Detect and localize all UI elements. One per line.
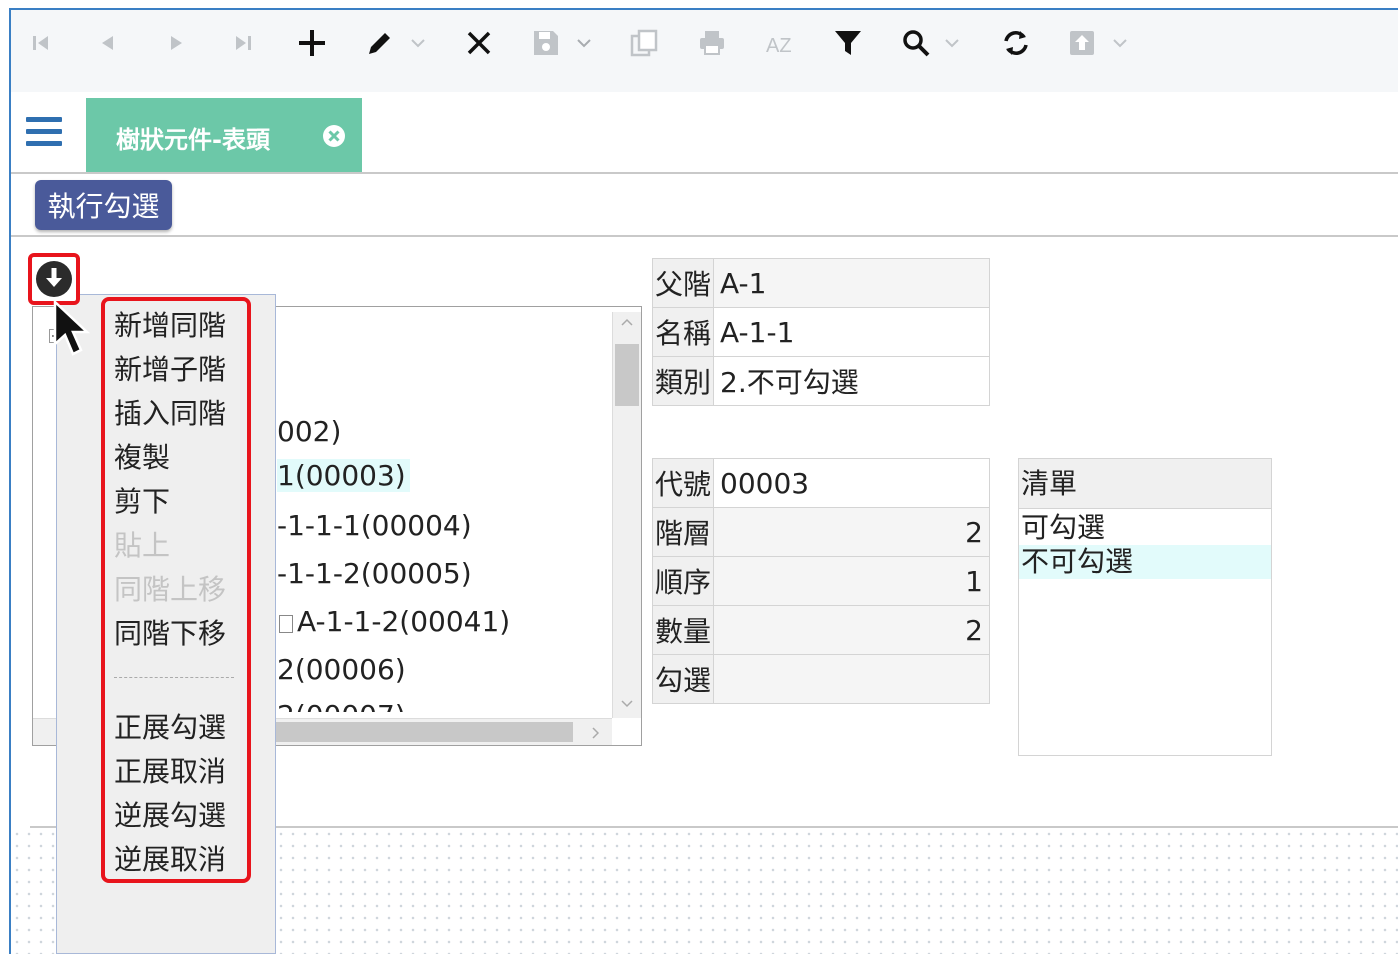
skip-end-icon — [236, 36, 251, 50]
field-label-category: 類別 — [651, 356, 715, 406]
caret-right-icon — [171, 36, 182, 50]
copy-button[interactable] — [628, 28, 660, 58]
field-label-name: 名稱 — [651, 307, 715, 357]
tree-node[interactable]: -1-1-1(00004) — [277, 509, 472, 542]
chevron-down-icon[interactable] — [576, 38, 592, 48]
export-button[interactable] — [1066, 28, 1098, 58]
field-value-level[interactable]: 2 — [713, 507, 990, 557]
detail-table-bottom: 代號 00003 階層 2 順序 1 數量 2 勾選 — [651, 458, 990, 704]
print-button[interactable] — [696, 28, 728, 58]
tree-node-selected[interactable]: 1(00003) — [277, 459, 410, 492]
field-label-order: 順序 — [651, 556, 715, 606]
refresh-button[interactable] — [1000, 28, 1032, 58]
chevron-down-icon[interactable] — [1112, 38, 1128, 48]
scroll-down-icon[interactable] — [621, 700, 633, 708]
arrow-down-circle-icon — [36, 261, 72, 297]
svg-text:AZ: AZ — [766, 35, 792, 57]
search-button[interactable] — [900, 28, 932, 58]
magnifier-icon — [903, 30, 930, 57]
save-button[interactable] — [530, 28, 562, 58]
list-box[interactable]: 清單 可勾選 不可勾選 — [1018, 458, 1272, 756]
field-value-quantity[interactable]: 2 — [713, 605, 990, 655]
sort-button[interactable]: AZ — [764, 28, 798, 58]
tree-node[interactable]: 2(00006) — [277, 653, 406, 686]
add-button[interactable] — [296, 28, 328, 58]
tree-node[interactable]: -1-1-2(00005) — [277, 557, 472, 590]
field-label-parent: 父階 — [651, 258, 715, 308]
field-value-order[interactable]: 1 — [713, 556, 990, 606]
list-option[interactable]: 可勾選 — [1019, 511, 1271, 545]
divider — [11, 235, 1398, 237]
scrollbar-thumb[interactable] — [615, 344, 639, 406]
field-value-category[interactable]: 2.不可勾選 — [713, 356, 990, 406]
refresh-icon — [1004, 31, 1028, 55]
pencil-icon — [369, 33, 390, 54]
previous-record-button[interactable] — [96, 28, 118, 58]
upload-icon — [1070, 31, 1094, 55]
field-label-level: 階層 — [651, 507, 715, 557]
tab-tree-header[interactable]: 樹狀元件-表頭 — [86, 98, 362, 172]
funnel-icon — [835, 31, 861, 55]
list-box-header: 清單 — [1019, 459, 1271, 509]
mouse-pointer-icon — [53, 300, 91, 356]
tree-node[interactable]: A-1-1-2(00041) — [297, 605, 510, 638]
vertical-scrollbar[interactable] — [612, 312, 641, 718]
filter-button[interactable] — [832, 28, 864, 58]
last-record-button[interactable] — [232, 28, 254, 58]
chevron-down-icon[interactable] — [944, 38, 960, 48]
floppy-icon — [534, 31, 558, 55]
edit-button[interactable] — [364, 28, 396, 58]
delete-button[interactable] — [464, 28, 494, 58]
field-value-parent[interactable]: A-1 — [713, 258, 990, 308]
field-label-quantity: 數量 — [651, 605, 715, 655]
field-value-code[interactable]: 00003 — [713, 458, 990, 508]
sort-az-icon: AZ — [766, 35, 792, 57]
field-value-name[interactable]: A-1-1 — [713, 307, 990, 357]
menu-icon[interactable] — [26, 117, 62, 147]
chevron-down-icon[interactable] — [410, 38, 426, 48]
scroll-up-icon[interactable] — [621, 318, 633, 326]
next-record-button[interactable] — [166, 28, 188, 58]
x-icon — [467, 31, 491, 55]
detail-table-top: 父階 A-1 名稱 A-1-1 類別 2.不可勾選 — [651, 258, 990, 406]
plus-icon — [299, 30, 325, 56]
tree-node[interactable]: 002) — [277, 415, 341, 448]
skip-start-icon — [33, 36, 48, 50]
copy-icon — [630, 29, 658, 57]
caret-left-icon — [102, 36, 113, 50]
scroll-right-icon[interactable] — [591, 727, 599, 739]
tab-label: 樹狀元件-表頭 — [116, 126, 270, 154]
tree-checkbox[interactable] — [279, 615, 293, 633]
tree-menu-button[interactable] — [28, 253, 80, 305]
field-label-code: 代號 — [651, 458, 715, 508]
printer-icon — [700, 31, 724, 55]
field-value-checked[interactable] — [713, 654, 990, 704]
menu-highlight-frame — [101, 297, 251, 883]
first-record-button[interactable] — [30, 28, 52, 58]
close-icon[interactable] — [322, 124, 346, 148]
list-option-selected[interactable]: 不可勾選 — [1019, 545, 1271, 579]
field-label-checked: 勾選 — [651, 654, 715, 704]
run-check-button[interactable]: 執行勾選 — [35, 180, 172, 230]
scrollbar-thumb[interactable] — [273, 722, 573, 742]
